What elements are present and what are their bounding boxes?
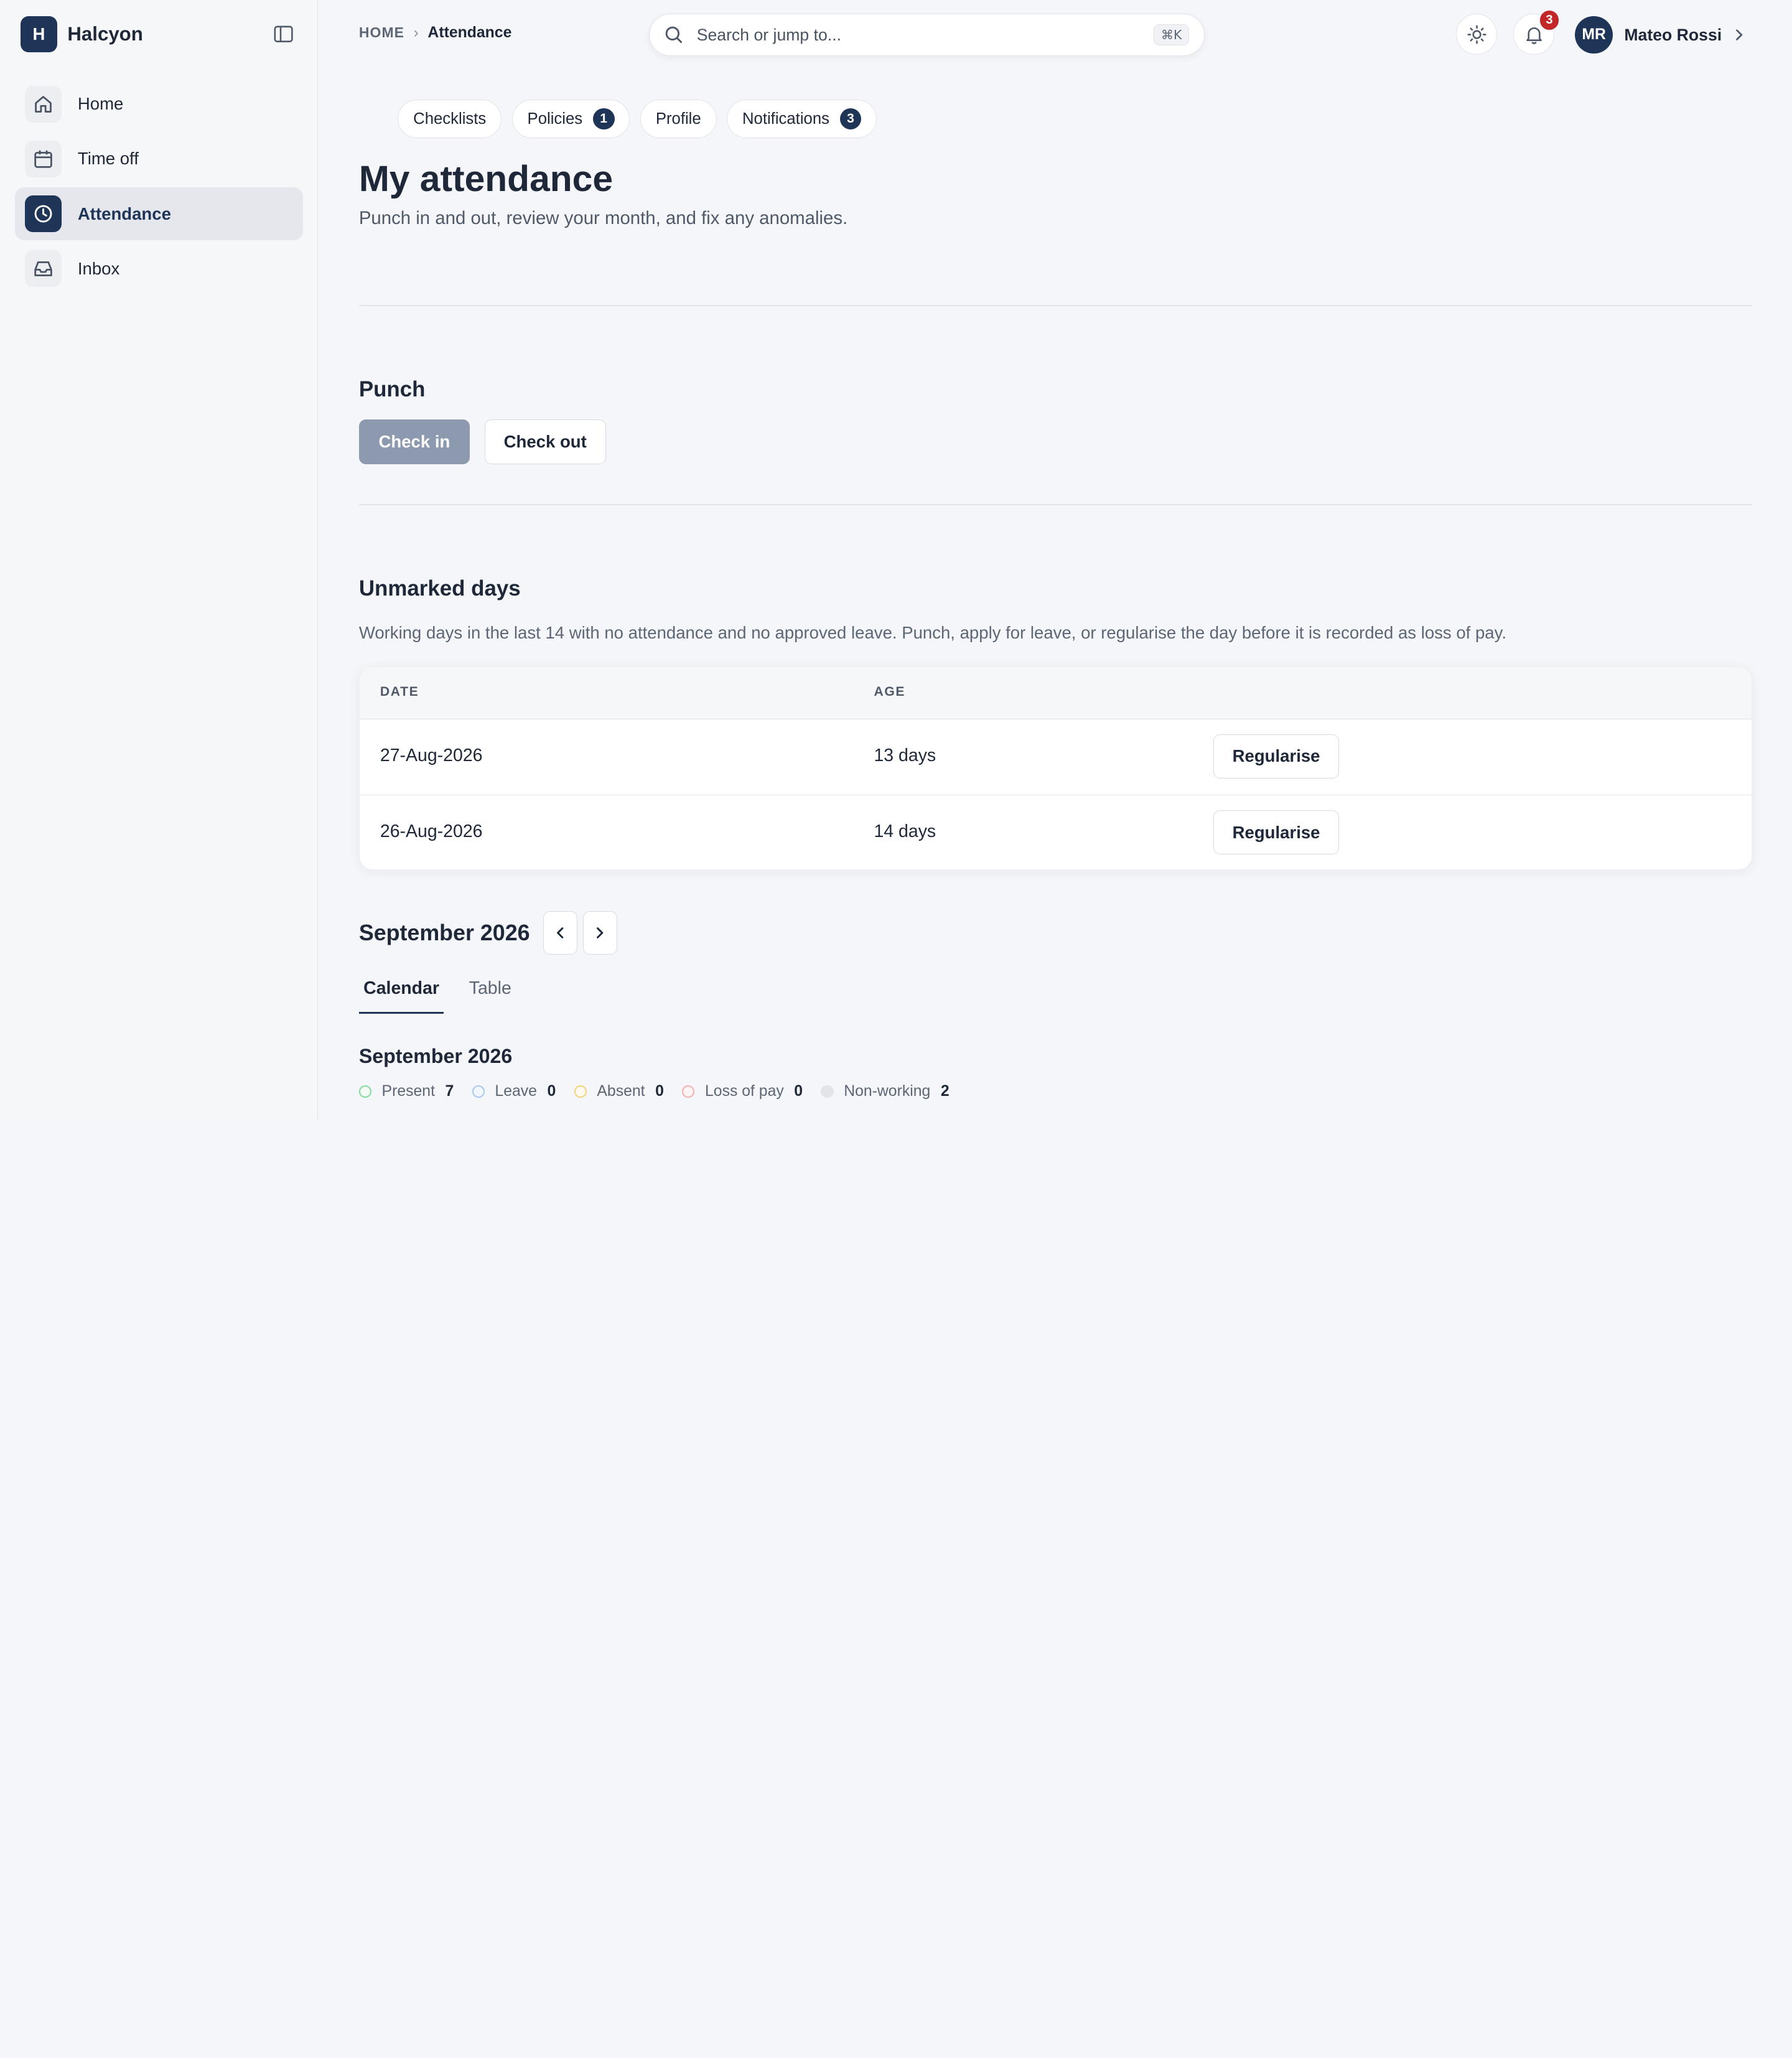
legend-item-non-working: Non-working 2 [821,1082,950,1100]
chip-label: Policies [527,110,583,128]
check-out-button[interactable]: Check out [484,419,606,464]
page-subtitle: Punch in and out, review your month, and… [358,208,848,229]
chip-profile[interactable]: Profile [640,99,717,139]
search-icon [665,26,683,44]
sidebar-toggle-icon[interactable] [272,23,295,46]
regularise-button[interactable]: Regularise [1213,810,1340,855]
user-menu[interactable]: MR Mateo Rossi [1575,16,1745,54]
legend-count: 0 [655,1082,664,1100]
calendar-icon [25,140,62,177]
chip-count-badge: 3 [839,108,862,130]
sidebar-item-label: Home [77,94,124,114]
table-row: 26-Aug-2026 14 days Regularise [360,795,1752,869]
chip-count-badge: 1 [592,108,615,130]
calendar-legend: Present 7 Leave 0 Absent 0 Loss of pay 0… [358,1082,968,1100]
chevron-right-icon [1734,28,1745,42]
regularise-button[interactable]: Regularise [1213,734,1340,779]
row-age: 14 days [874,821,936,842]
non-working-status-dot [821,1085,834,1098]
section-divider [358,504,1753,505]
tab-calendar[interactable]: Calendar [358,978,444,1014]
legend-count: 0 [547,1082,556,1100]
notifications-count-badge: 3 [1538,8,1561,32]
present-status-dot [358,1085,372,1098]
next-month-button[interactable] [582,911,617,955]
row-date: 26-Aug-2026 [380,821,483,842]
brand-logo: H [21,16,57,53]
legend-label: Leave [495,1082,537,1100]
sidebar-item-label: Time off [77,149,139,169]
breadcrumb-current: Attendance [427,24,512,41]
legend-item-present: Present 7 [358,1082,454,1100]
row-date: 27-Aug-2026 [380,745,483,765]
breadcrumb-home-link[interactable]: HOME [359,24,404,41]
legend-label: Non-working [844,1082,931,1100]
legend-item-absent: Absent 0 [574,1083,664,1100]
legend-item-leave: Leave 0 [472,1083,556,1100]
sidebar-nav: Home Time off Attendance Inbox [14,78,303,297]
legend-label: Loss of pay [705,1082,784,1100]
search-bar[interactable]: ⌘K [649,14,1205,56]
user-name: Mateo Rossi [1624,25,1722,44]
section-divider [358,305,1753,307]
theme-toggle-button[interactable] [1456,14,1498,55]
column-header-date: DATE [380,684,419,699]
brand[interactable]: H Halcyon [21,16,143,53]
chip-notifications[interactable]: Notifications 3 [727,99,877,139]
page-title: My attendance [358,158,614,199]
brand-name: Halcyon [67,23,143,45]
legend-label: Absent [597,1082,645,1100]
calendar-title: September 2026 [358,1045,513,1068]
chip-policies[interactable]: Policies 1 [511,99,630,139]
inbox-icon [25,250,62,288]
sun-icon [1467,24,1487,45]
sidebar-item-label: Inbox [77,258,120,278]
table-header: DATE AGE [359,667,1752,719]
chevron-left-icon [554,926,566,940]
loss-of-pay-status-dot [682,1085,695,1098]
clock-icon [25,195,62,232]
legend-count: 0 [794,1082,803,1100]
punch-heading: Punch [358,377,426,402]
column-header-age: AGE [874,684,906,699]
sidebar-item-label: Attendance [77,203,171,223]
previous-month-button[interactable] [543,911,577,955]
chip-label: Profile [655,110,701,128]
chip-label: Checklists [413,110,487,128]
unmarked-days-description: Working days in the last 14 with no atte… [358,623,1507,643]
chevron-right-icon [594,926,605,940]
avatar: MR [1575,16,1613,54]
check-in-button[interactable]: Check in [358,419,470,464]
unmarked-days-heading: Unmarked days [358,576,521,601]
unmarked-days-table: DATE AGE 27-Aug-2026 13 days Regularise … [358,666,1753,870]
legend-item-loss-of-pay: Loss of pay 0 [682,1083,803,1100]
breadcrumb: HOME › Attendance [359,24,512,42]
notifications-button[interactable]: 3 [1513,8,1561,55]
month-title: September 2026 [358,920,530,945]
view-tabs: Calendar Table [358,978,536,1014]
quick-links: Checklists Policies 1 Profile Notificati… [398,99,887,139]
row-age: 13 days [874,745,936,765]
search-shortcut-hint: ⌘K [1153,24,1190,45]
sidebar-item-time-off[interactable]: Time off [15,133,303,185]
chip-checklists[interactable]: Checklists [398,99,502,139]
legend-count: 7 [445,1082,454,1100]
leave-status-dot [472,1085,485,1098]
home-icon [25,85,62,123]
sidebar-item-attendance[interactable]: Attendance [14,187,303,240]
breadcrumb-separator: › [413,24,419,41]
table-row: 27-Aug-2026 13 days Regularise [359,719,1752,795]
legend-count: 2 [940,1082,950,1100]
sidebar-item-inbox[interactable]: Inbox [15,242,303,295]
search-input[interactable] [694,24,1154,46]
legend-label: Present [381,1082,435,1100]
sidebar: H Halcyon Home Time off Attendance Inbox [0,0,318,1121]
tab-table[interactable]: Table [464,978,516,1013]
chip-label: Notifications [742,110,829,128]
absent-status-dot [574,1085,587,1098]
sidebar-item-home[interactable]: Home [15,78,303,131]
